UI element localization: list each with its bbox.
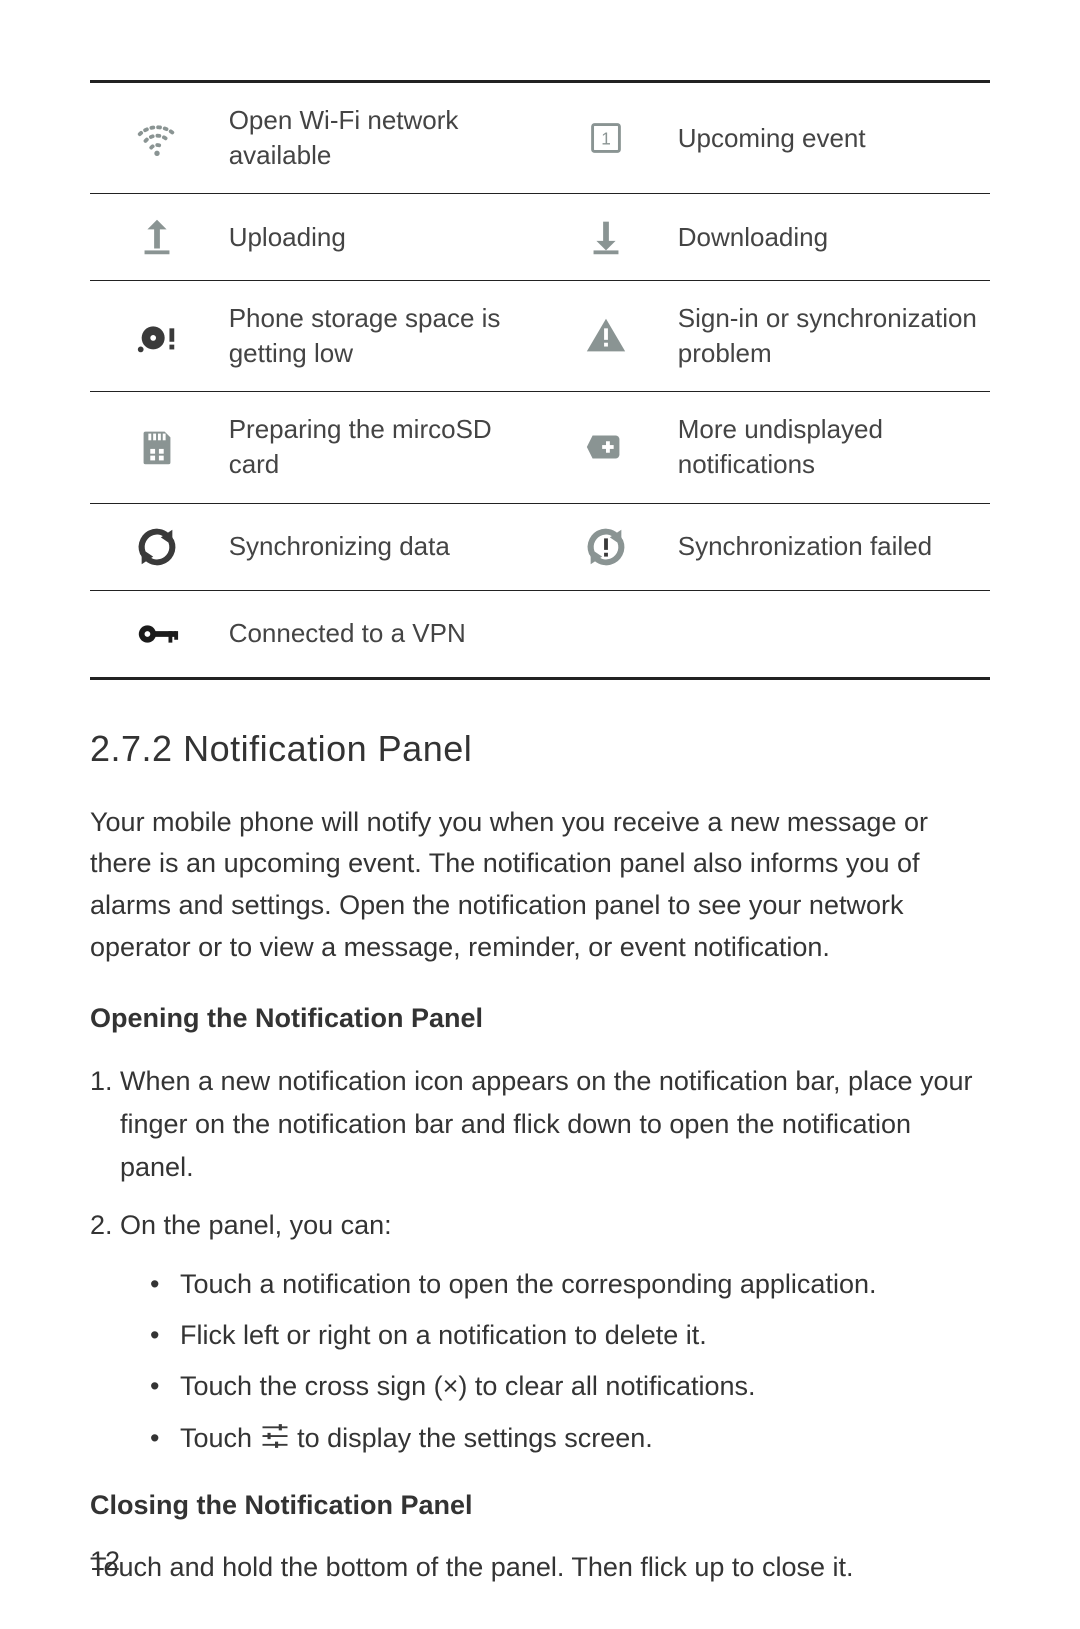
closing-paragraph: Touch and hold the bottom of the panel. … [90,1547,990,1589]
icon-label: Synchronizing data [225,503,539,590]
icon-label: More undisplayed notifications [674,392,990,503]
bullet-list: Touch a notification to open the corresp… [120,1259,990,1464]
vpn-key-icon [134,611,180,657]
icon-label: Downloading [674,194,990,281]
list-item: On the panel, you can: Touch a notificat… [120,1204,990,1464]
icon-label: Uploading [225,194,539,281]
list-item-text: to display the settings screen. [297,1423,653,1453]
list-item-text: Touch [180,1423,260,1453]
table-row: Preparing the mircoSD card More undispla… [90,392,990,503]
table-row: Phone storage space is getting low Sign-… [90,281,990,392]
list-item: Flick left or right on a notification to… [180,1310,990,1361]
table-row: Uploading Downloading [90,194,990,281]
icon-label: Sign-in or synchronization problem [674,281,990,392]
wifi-open-icon [134,115,180,161]
upload-icon [134,214,180,260]
icon-label: Preparing the mircoSD card [225,392,539,503]
icon-label: Phone storage space is getting low [225,281,539,392]
opening-subheading: Opening the Notification Panel [90,1003,990,1034]
page-number: 12 [90,1546,120,1577]
calendar-one-icon [583,115,629,161]
list-item: Touch to display the settings screen. [180,1413,990,1464]
document-page: Open Wi-Fi network available Upcoming ev… [0,0,1080,1629]
list-item: When a new notification icon appears on … [120,1060,990,1190]
list-item-text: On the panel, you can: [120,1210,392,1240]
list-item: Touch the cross sign (×) to clear all no… [180,1361,990,1412]
sync-fail-icon [583,524,629,570]
warning-icon [583,313,629,359]
sdcard-icon [134,424,180,470]
disk-low-icon [134,313,180,359]
table-row: Connected to a VPN [90,590,990,678]
icon-label: Synchronization failed [674,503,990,590]
icon-label: Upcoming event [674,82,990,194]
table-row: Open Wi-Fi network available Upcoming ev… [90,82,990,194]
intro-paragraph: Your mobile phone will notify you when y… [90,802,990,969]
icon-legend-table: Open Wi-Fi network available Upcoming ev… [90,80,990,680]
sync-icon [134,524,180,570]
icon-cell [90,82,225,194]
closing-subheading: Closing the Notification Panel [90,1490,990,1521]
section-heading: 2.7.2 Notification Panel [90,728,990,770]
more-tag-icon [583,424,629,470]
settings-sliders-icon [260,1421,290,1451]
download-icon [583,214,629,260]
list-item: Touch a notification to open the corresp… [180,1259,990,1310]
icon-label: Open Wi-Fi network available [225,82,539,194]
icon-cell [539,82,674,194]
icon-label: Connected to a VPN [225,590,539,678]
steps-list: When a new notification icon appears on … [90,1060,990,1464]
table-row: Synchronizing data Synchronization faile… [90,503,990,590]
